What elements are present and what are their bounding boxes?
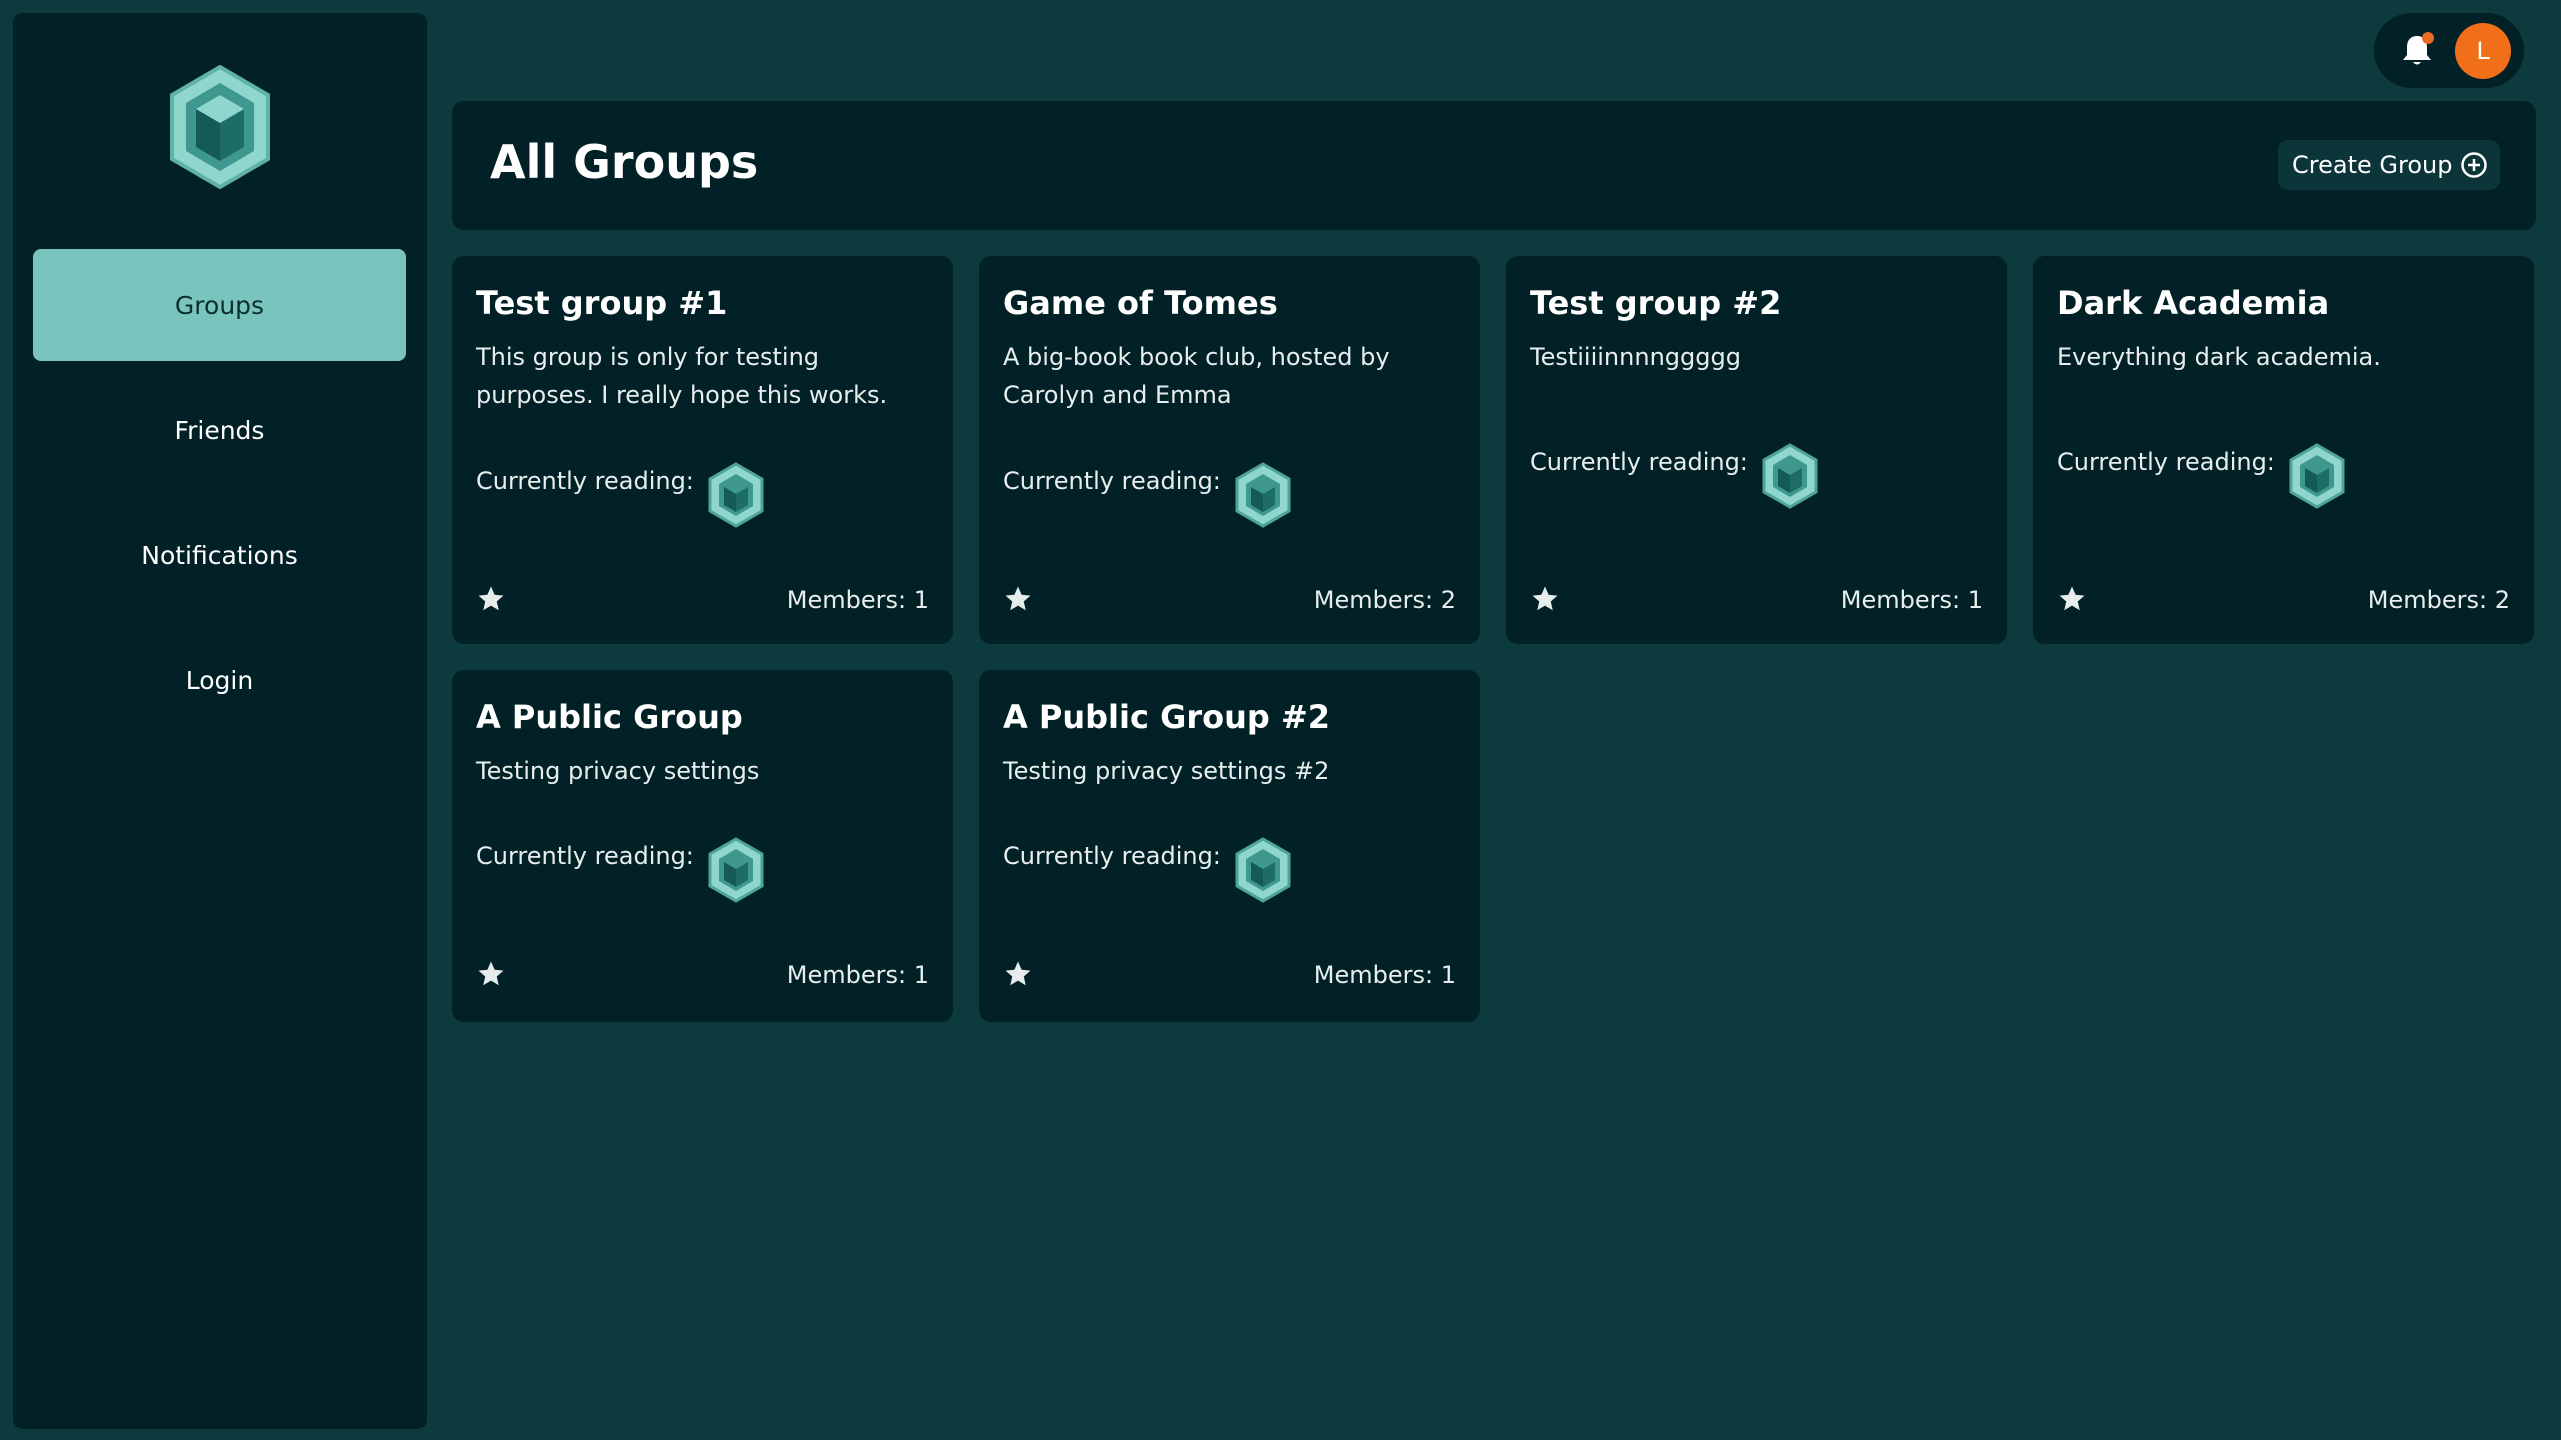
currently-reading-label: Currently reading: bbox=[476, 842, 694, 870]
member-count: Members: 1 bbox=[786, 961, 929, 989]
member-count: Members: 1 bbox=[1313, 961, 1456, 989]
sidebar-item-label: Friends bbox=[174, 415, 265, 445]
avatar-initial: L bbox=[2476, 37, 2490, 65]
member-count: Members: 2 bbox=[1313, 586, 1456, 614]
currently-reading-label: Currently reading: bbox=[2057, 448, 2275, 476]
book-icon[interactable] bbox=[707, 837, 765, 903]
sidebar-item-notifications[interactable]: Notifications bbox=[33, 499, 406, 611]
group-description: Everything dark academia. bbox=[2057, 343, 2381, 371]
member-count: Members: 2 bbox=[2367, 586, 2510, 614]
group-title: Test group #2 bbox=[1530, 284, 1782, 322]
book-icon[interactable] bbox=[1234, 837, 1292, 903]
star-icon[interactable] bbox=[1003, 584, 1033, 614]
star-icon[interactable] bbox=[1530, 584, 1560, 614]
sidebar-item-label: Groups bbox=[174, 290, 265, 320]
book-icon[interactable] bbox=[2288, 443, 2346, 509]
member-count: Members: 1 bbox=[1840, 586, 1983, 614]
book-icon[interactable] bbox=[1761, 443, 1819, 509]
group-card[interactable]: Test group #1 This group is only for tes… bbox=[452, 256, 953, 644]
currently-reading-label: Currently reading: bbox=[1530, 448, 1748, 476]
avatar[interactable]: L bbox=[2455, 23, 2511, 79]
group-card[interactable]: A Public Group Testing privacy settings … bbox=[452, 670, 953, 1022]
create-group-label: Create Group bbox=[2292, 151, 2453, 179]
star-icon[interactable] bbox=[1003, 959, 1033, 989]
book-icon[interactable] bbox=[1234, 462, 1292, 528]
group-title: A Public Group #2 bbox=[1003, 698, 1331, 736]
notification-dot bbox=[2422, 32, 2434, 44]
group-description: This group is only for testing purposes.… bbox=[476, 343, 888, 409]
group-title: Dark Academia bbox=[2057, 284, 2330, 322]
member-count: Members: 1 bbox=[786, 586, 929, 614]
group-title: Game of Tomes bbox=[1003, 284, 1278, 322]
group-description: Testiiiinnnnggggg bbox=[1530, 343, 1741, 371]
create-group-button[interactable]: Create Group bbox=[2278, 140, 2500, 190]
page-title: All Groups bbox=[490, 135, 759, 189]
sidebar-item-label: Notifications bbox=[141, 540, 298, 570]
currently-reading-label: Currently reading: bbox=[1003, 842, 1221, 870]
app-logo-icon[interactable] bbox=[168, 65, 272, 189]
user-controls: L bbox=[2374, 13, 2524, 88]
star-icon[interactable] bbox=[476, 959, 506, 989]
sidebar-item-label: Login bbox=[185, 665, 254, 695]
group-card[interactable]: Test group #2 Testiiiinnnnggggg Currentl… bbox=[1506, 256, 2007, 644]
group-description: A big-book book club, hosted by Carolyn … bbox=[1003, 343, 1390, 409]
group-description: Testing privacy settings bbox=[476, 757, 760, 785]
sidebar-item-login[interactable]: Login bbox=[33, 624, 406, 736]
sidebar-item-friends[interactable]: Friends bbox=[33, 374, 406, 486]
book-icon[interactable] bbox=[707, 462, 765, 528]
star-icon[interactable] bbox=[2057, 584, 2087, 614]
sidebar: Groups Friends Notifications Login bbox=[13, 13, 427, 1429]
page-header: All Groups Create Group bbox=[452, 101, 2536, 230]
group-card[interactable]: A Public Group #2 Testing privacy settin… bbox=[979, 670, 1480, 1022]
star-icon[interactable] bbox=[476, 584, 506, 614]
group-title: A Public Group bbox=[476, 698, 743, 736]
currently-reading-label: Currently reading: bbox=[476, 467, 694, 495]
group-title: Test group #1 bbox=[476, 284, 728, 322]
group-description: Testing privacy settings #2 bbox=[1003, 757, 1330, 785]
currently-reading-label: Currently reading: bbox=[1003, 467, 1221, 495]
group-card[interactable]: Game of Tomes A big-book book club, host… bbox=[979, 256, 1480, 644]
sidebar-item-groups[interactable]: Groups bbox=[33, 249, 406, 361]
plus-circle-icon bbox=[2461, 152, 2487, 178]
group-card[interactable]: Dark Academia Everything dark academia. … bbox=[2033, 256, 2534, 644]
